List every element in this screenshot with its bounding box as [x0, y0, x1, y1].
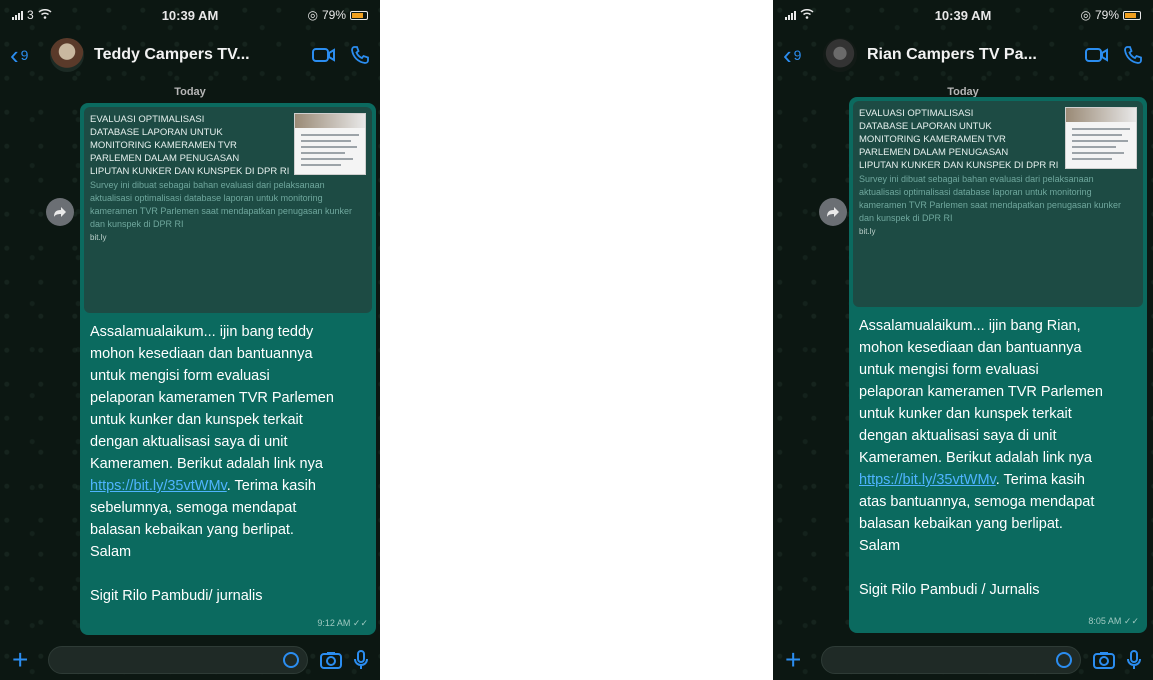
microphone-icon[interactable]: [1127, 650, 1141, 670]
survey-link[interactable]: https://bit.ly/35vtWMv: [859, 472, 996, 488]
camera-icon[interactable]: [320, 651, 342, 669]
sticker-icon[interactable]: [1056, 652, 1072, 668]
status-time: 10:39 AM: [161, 7, 219, 23]
wifi-icon: [38, 8, 52, 22]
contact-name[interactable]: Teddy Campers TV...: [94, 46, 298, 64]
contact-name[interactable]: Rian Campers TV Pa...: [867, 46, 1071, 64]
battery-percent: 79%: [1094, 8, 1119, 22]
chat-header: ‹ 9 Teddy Campers TV...: [0, 30, 380, 80]
carrier-label: 3: [27, 8, 34, 22]
video-call-icon[interactable]: [312, 47, 336, 63]
chat-screen-left: 3 10:39 AM ◎ 79% ‹ 9 Teddy Campers TV...…: [0, 0, 380, 680]
message-text: Assalamualaikum... ijin bang teddy mohon…: [84, 313, 372, 607]
survey-link[interactable]: https://bit.ly/35vtWMv: [90, 478, 227, 494]
preview-thumbnail: [294, 113, 366, 175]
message-time: 9:12 AM ✓✓: [317, 618, 368, 628]
forward-icon: [54, 207, 66, 217]
signal-icon: [12, 10, 23, 20]
message-bubble[interactable]: EVALUASI OPTIMALISASI DATABASE LAPORAN U…: [80, 103, 376, 635]
status-bar: 10:39 AM ◎ 79%: [773, 0, 1153, 30]
forward-button[interactable]: [46, 198, 74, 226]
message-input[interactable]: [821, 646, 1081, 674]
message-body-end: . Terima kasih atas bantuannya, semoga m…: [859, 472, 1095, 598]
preview-thumbnail: [1065, 107, 1137, 169]
wifi-icon: [800, 8, 814, 22]
plus-icon[interactable]: +: [12, 646, 36, 674]
battery-icon: [350, 10, 368, 20]
message-body: Assalamualaikum... ijin bang teddy mohon…: [90, 324, 334, 472]
status-bar: 3 10:39 AM ◎ 79%: [0, 0, 380, 30]
alarm-icon: ◎: [1080, 8, 1091, 22]
preview-description: Survey ini dibuat sebagai bahan evaluasi…: [90, 180, 352, 229]
preview-title: EVALUASI OPTIMALISASI DATABASE LAPORAN U…: [90, 114, 290, 177]
camera-icon[interactable]: [1093, 651, 1115, 669]
input-bar: +: [773, 640, 1153, 680]
chevron-left-icon: ‹: [783, 40, 792, 70]
message-text: Assalamualaikum... ijin bang Rian, mohon…: [853, 307, 1143, 601]
status-time: 10:39 AM: [934, 7, 992, 23]
back-count: 9: [20, 47, 29, 63]
avatar[interactable]: [50, 38, 84, 72]
link-preview[interactable]: EVALUASI OPTIMALISASI DATABASE LAPORAN U…: [853, 101, 1143, 307]
chevron-left-icon: ‹: [10, 40, 19, 70]
chat-header: ‹ 9 Rian Campers TV Pa...: [773, 30, 1153, 80]
message-bubble[interactable]: EVALUASI OPTIMALISASI DATABASE LAPORAN U…: [849, 97, 1147, 633]
phone-call-icon[interactable]: [350, 45, 370, 65]
sticker-icon[interactable]: [283, 652, 299, 668]
battery-icon: [1123, 10, 1141, 20]
battery-percent: 79%: [321, 8, 346, 22]
link-preview[interactable]: EVALUASI OPTIMALISASI DATABASE LAPORAN U…: [84, 107, 372, 313]
back-count: 9: [793, 47, 802, 63]
chat-screen-right: 10:39 AM ◎ 79% ‹ 9 Rian Campers TV Pa...…: [773, 0, 1153, 680]
back-button[interactable]: ‹ 9: [783, 42, 823, 68]
alarm-icon: ◎: [307, 8, 318, 22]
preview-description: Survey ini dibuat sebagai bahan evaluasi…: [859, 174, 1121, 223]
back-button[interactable]: ‹ 9: [10, 42, 50, 68]
signal-icon: [785, 10, 796, 20]
forward-button[interactable]: [819, 198, 847, 226]
avatar[interactable]: [823, 38, 857, 72]
message-body: Assalamualaikum... ijin bang Rian, mohon…: [859, 318, 1103, 466]
date-label: Today: [174, 86, 206, 98]
preview-title: EVALUASI OPTIMALISASI DATABASE LAPORAN U…: [859, 108, 1059, 171]
message-input[interactable]: [48, 646, 308, 674]
phone-call-icon[interactable]: [1123, 45, 1143, 65]
input-bar: +: [0, 640, 380, 680]
microphone-icon[interactable]: [354, 650, 368, 670]
preview-domain: bit.ly: [90, 233, 107, 242]
forward-icon: [827, 207, 839, 217]
video-call-icon[interactable]: [1085, 47, 1109, 63]
message-body-end: . Terima kasih sebelumnya, semoga mendap…: [90, 478, 316, 604]
message-time: 8:05 AM ✓✓: [1088, 616, 1139, 626]
preview-domain: bit.ly: [859, 227, 876, 236]
plus-icon[interactable]: +: [785, 646, 809, 674]
